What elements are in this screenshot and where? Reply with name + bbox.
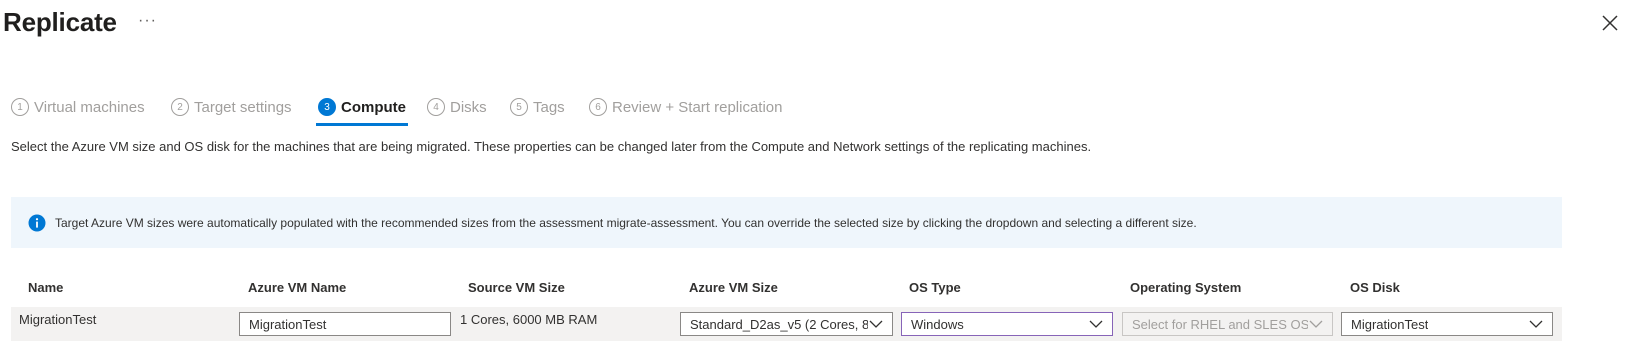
chevron-down-icon [1309,320,1323,328]
operating-system-dropdown: Select for RHEL and SLES OS [1122,312,1333,336]
step-number: 2 [171,98,189,116]
info-message-text: Target Azure VM sizes were automatically… [55,215,1197,230]
column-header-azure-vm-size: Azure VM Size [689,280,778,295]
more-options-button[interactable]: ··· [138,12,157,30]
step-number: 5 [510,98,528,116]
column-header-os-type: OS Type [909,280,961,295]
step-label: Tags [533,98,565,116]
page-title: Replicate [3,7,117,37]
column-header-source-vm-size: Source VM Size [468,280,565,295]
step-virtual-machines[interactable]: 1 Virtual machines [11,96,145,118]
os-type-value: Windows [911,316,964,332]
azure-vm-name-input[interactable]: MigrationTest [239,312,451,336]
step-tags[interactable]: 5 Tags [510,96,565,118]
azure-vm-size-dropdown[interactable]: Standard_D2as_v5 (2 Cores, 8 GB RAM) [680,312,893,336]
step-label: Disks [450,98,487,116]
os-disk-dropdown[interactable]: MigrationTest [1341,312,1553,336]
step-label: Target settings [194,98,292,116]
step-target-settings[interactable]: 2 Target settings [171,96,292,118]
step-disks[interactable]: 4 Disks [427,96,487,118]
step-compute[interactable]: 3 Compute [316,96,408,126]
step-number: 4 [427,98,445,116]
os-disk-value: MigrationTest [1351,316,1429,332]
step-description: Select the Azure VM size and OS disk for… [11,139,1092,154]
info-message-bar: Target Azure VM sizes were automatically… [11,197,1562,248]
chevron-down-icon [869,320,883,328]
step-label: Review + Start replication [612,98,783,116]
chevron-down-icon [1089,320,1103,328]
column-header-azure-vm-name: Azure VM Name [248,280,347,295]
close-icon[interactable] [1601,14,1619,32]
vm-name-cell: MigrationTest [19,312,97,327]
step-number: 6 [589,98,607,116]
column-header-operating-system: Operating System [1130,280,1242,295]
info-icon [28,214,46,231]
azure-vm-size-value: Standard_D2as_v5 (2 Cores, 8 GB RAM) [690,316,868,332]
source-vm-size-cell: 1 Cores, 6000 MB RAM [460,312,598,327]
os-type-dropdown[interactable]: Windows [901,312,1113,336]
step-number: 1 [11,98,29,116]
column-header-os-disk: OS Disk [1350,280,1400,295]
step-review-start-replication[interactable]: 6 Review + Start replication [589,96,783,118]
column-header-name: Name [28,280,64,295]
step-label: Virtual machines [34,98,145,116]
chevron-down-icon [1529,320,1543,328]
operating-system-placeholder: Select for RHEL and SLES OS [1132,316,1308,332]
step-number: 3 [318,98,336,116]
step-label: Compute [341,98,406,116]
